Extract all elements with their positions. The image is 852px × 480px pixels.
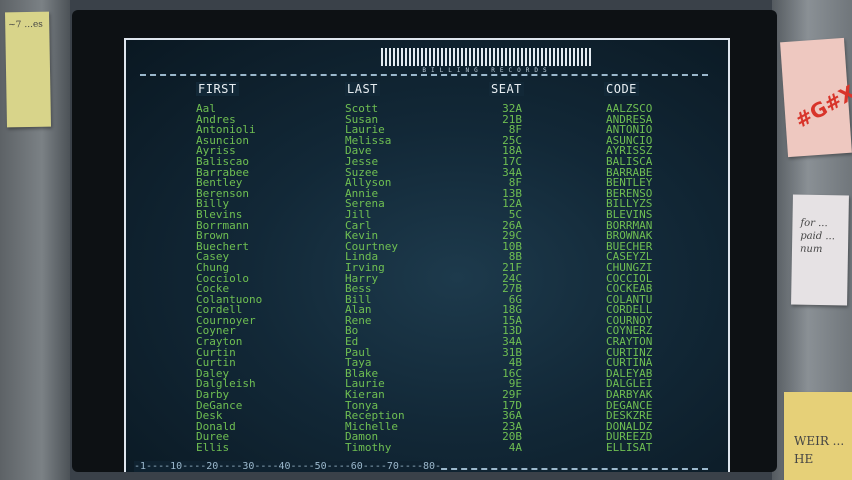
banner-title: BILLING RECORDS bbox=[422, 67, 552, 74]
billing-records-banner: BILLING RECORDS bbox=[381, 48, 593, 74]
banner-barcode-graphic bbox=[381, 48, 593, 66]
sticky-note-white-text: for ... paid ... num bbox=[799, 217, 836, 256]
code-column: AALZSCO ANDRESA ANTONIO ASUNCIO AYRISSZ BALIS… bbox=[606, 103, 653, 454]
record-last-cell: Timothy bbox=[345, 441, 392, 454]
record-first-cell: Ellis bbox=[196, 441, 230, 454]
sticky-note-left: ~7 ...es bbox=[4, 11, 52, 128]
first-name-column: Aal Andres Antonioli Asuncion Ayriss Baliscao… bbox=[196, 103, 262, 454]
record-seat-cell: 4A bbox=[508, 441, 522, 454]
column-header-first: FIRST bbox=[196, 82, 239, 96]
seat-column: 32A 21B 8F 25C 18A 17C 34A 8F 13B 12A 5C 26A 29C 10B 8… bbox=[496, 103, 522, 454]
sticky-note-yellow: WEIR ... HE bbox=[784, 392, 852, 480]
dashed-separator-top bbox=[140, 74, 708, 76]
terminal-screen: BILLING RECORDS FIRST LAST SEAT CODE Aal… bbox=[124, 38, 730, 472]
column-header-last: LAST bbox=[345, 82, 380, 96]
column-header-seat: SEAT bbox=[489, 82, 524, 96]
sticky-note-yellow-text: WEIR ... HE bbox=[794, 434, 845, 466]
column-header-code: CODE bbox=[604, 82, 639, 96]
sticky-note-left-text: ~7 ...es bbox=[8, 19, 43, 31]
column-ruler: -1----10----20----30----40----50----60--… bbox=[134, 461, 442, 472]
sticky-note-pink-text: #G#X bbox=[790, 80, 852, 133]
last-name-column: Scott Susan Laurie Melissa Dave Jesse Suzee All… bbox=[345, 103, 405, 454]
sticky-note-pink: #G#X bbox=[780, 37, 852, 158]
sticky-note-white: for ... paid ... num bbox=[791, 194, 849, 306]
record-code-cell: ELLISAT bbox=[606, 441, 653, 454]
